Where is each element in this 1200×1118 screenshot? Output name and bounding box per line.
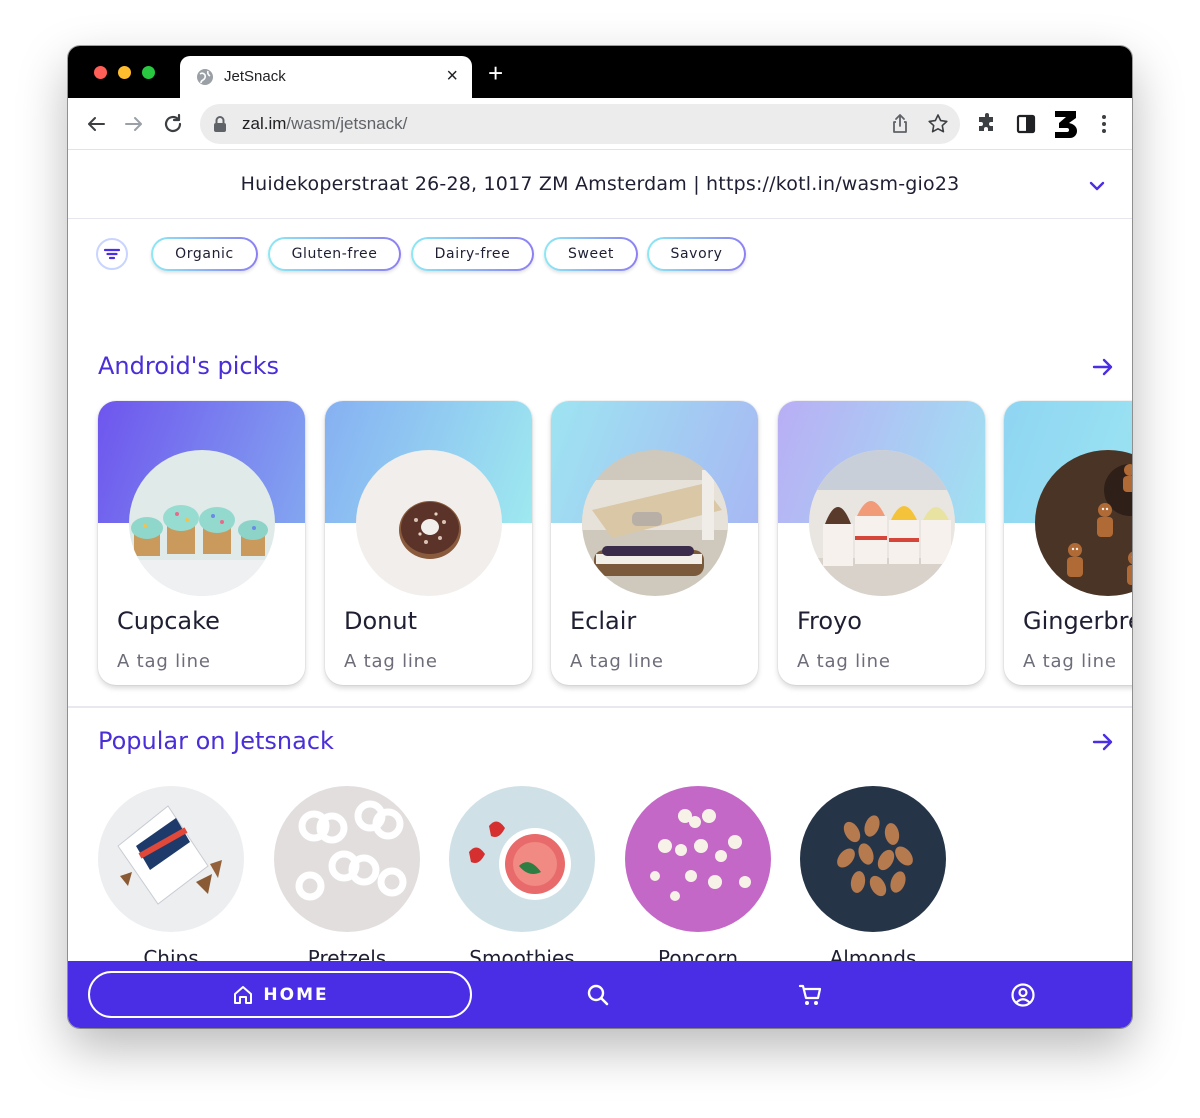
browser-toolbar: zal.im/wasm/jetsnack/ [68,98,1132,150]
url-host: zal.im [242,114,287,133]
extension-3-icon[interactable] [1052,109,1080,139]
bottom-navigation: HOME [68,961,1132,1028]
snack-name: Eclair [570,607,637,635]
snack-name: Donut [344,607,417,635]
snack-card[interactable]: Froyo A tag line [778,401,985,685]
home-icon [234,985,253,1004]
close-window-button[interactable] [94,66,107,79]
filter-chip-savory[interactable]: Savory [647,237,746,271]
snack-name: Froyo [797,607,862,635]
search-icon[interactable] [585,982,611,1008]
snack-tagline: A tag line [344,651,438,672]
reload-icon[interactable] [161,112,185,136]
section-title-popular: Popular on Jetsnack [98,727,334,755]
section-title-picks: Android's picks [98,352,280,380]
popular-item[interactable]: Smoothies [447,786,597,976]
snack-image [274,786,420,932]
filter-chip-gluten-free[interactable]: Gluten-free [268,237,401,271]
snack-tagline: A tag line [117,651,211,672]
url-path: /wasm/jetsnack/ [286,114,408,133]
snack-image [98,786,244,932]
menu-kebab-icon[interactable] [1092,112,1116,136]
arrow-right-icon[interactable] [1090,729,1116,755]
filter-chip-sweet[interactable]: Sweet [544,237,638,271]
filter-chip-organic[interactable]: Organic [151,237,258,271]
forward-icon[interactable] [122,112,146,136]
popular-item[interactable]: Almonds [798,786,948,976]
snack-image [449,786,595,932]
snack-image [582,450,728,596]
lock-icon[interactable] [212,115,228,133]
snack-tagline: A tag line [1023,651,1117,672]
account-icon[interactable] [1010,982,1036,1008]
tab-title: JetSnack [224,68,286,85]
filter-icon [103,248,121,260]
snack-image [800,786,946,932]
snack-card[interactable]: Eclair A tag line [551,401,758,685]
snack-card[interactable]: Donut A tag line [325,401,532,685]
popular-item[interactable]: Chips [96,786,246,976]
chevron-down-icon[interactable] [1086,175,1108,197]
cart-icon[interactable] [797,982,823,1008]
filter-button[interactable] [96,238,128,270]
share-icon[interactable] [888,112,912,136]
url-text: zal.im/wasm/jetsnack/ [242,114,407,134]
back-icon[interactable] [84,112,108,136]
snack-image [809,450,955,596]
browser-tab[interactable]: JetSnack × [180,56,472,98]
delivery-address: Huidekoperstraat 26-28, 1017 ZM Amsterda… [240,173,960,195]
jetsnack-app: Huidekoperstraat 26-28, 1017 ZM Amsterda… [68,151,1132,1028]
globe-icon [197,69,213,85]
arrow-right-icon[interactable] [1090,354,1116,380]
section-divider [68,706,1132,708]
snack-tagline: A tag line [570,651,664,672]
maximize-window-button[interactable] [142,66,155,79]
browser-window: JetSnack × + zal.im/wasm/jetsnack/ Huide… [68,46,1132,1028]
side-panel-icon[interactable] [1014,112,1038,136]
snack-name: Gingerbread [1023,607,1132,635]
nav-home-tab[interactable]: HOME [88,971,472,1018]
snack-image [356,450,502,596]
snack-tagline: A tag line [797,651,891,672]
close-tab-button[interactable]: × [446,65,458,87]
popular-item[interactable]: Popcorn [623,786,773,976]
filter-chip-dairy-free[interactable]: Dairy-free [411,237,534,271]
snack-name: Cupcake [117,607,220,635]
tab-bar: JetSnack × + [68,46,1132,98]
extensions-puzzle-icon[interactable] [975,112,999,136]
bookmark-star-icon[interactable] [926,112,950,136]
nav-home-label: HOME [263,984,329,1005]
popular-item[interactable]: Pretzels [272,786,422,976]
address-bar[interactable]: zal.im/wasm/jetsnack/ [200,104,960,144]
new-tab-button[interactable]: + [488,60,503,86]
snack-image [129,450,275,596]
delivery-address-bar[interactable]: Huidekoperstraat 26-28, 1017 ZM Amsterda… [68,151,1132,219]
minimize-window-button[interactable] [118,66,131,79]
snack-card[interactable]: Gingerbread A tag line [1004,401,1132,685]
snack-image [625,786,771,932]
snack-card[interactable]: Cupcake A tag line [98,401,305,685]
